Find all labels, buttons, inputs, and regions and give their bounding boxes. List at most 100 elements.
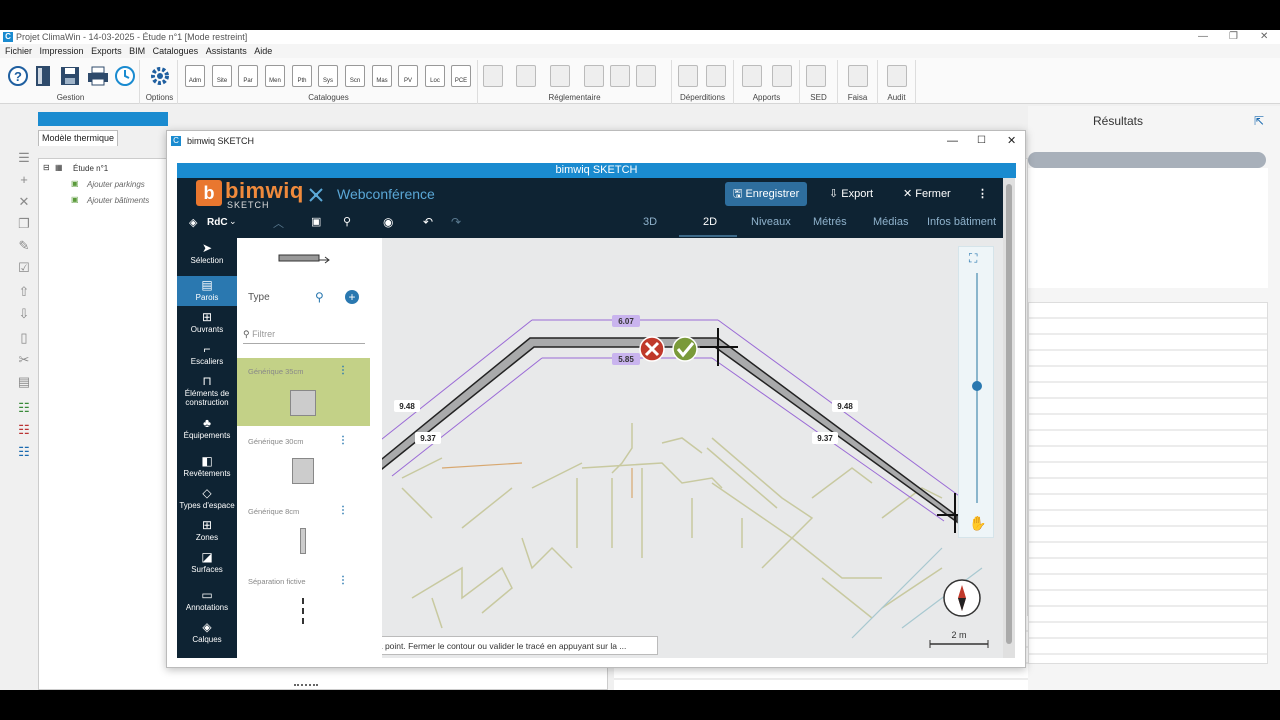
- zoom-search-icon[interactable]: ⚲: [343, 215, 351, 228]
- apports-tool-1-icon[interactable]: [742, 65, 762, 87]
- catalogue-pv-icon[interactable]: PV: [398, 65, 418, 87]
- save-disk-icon[interactable]: [60, 65, 80, 87]
- fit-view-icon[interactable]: ⛶: [969, 251, 977, 266]
- eye-icon[interactable]: ◉: [383, 215, 393, 229]
- menu-bim[interactable]: BIM: [129, 44, 145, 58]
- validate-check-icon[interactable]: [672, 336, 698, 362]
- reglementaire-tool-3-icon[interactable]: [550, 65, 570, 87]
- tool-revetements[interactable]: ◧ Revêtements: [177, 454, 237, 482]
- catalogue-site-icon[interactable]: Site: [212, 65, 232, 87]
- move-down-icon[interactable]: ⇩: [16, 306, 32, 322]
- tab-2d[interactable]: 2D: [703, 216, 717, 228]
- page-icon[interactable]: ▯: [16, 330, 32, 346]
- minimize-icon[interactable]: —: [1198, 30, 1208, 44]
- sketch-close-icon[interactable]: ✕: [1007, 131, 1016, 151]
- delete-icon[interactable]: ✕: [16, 194, 32, 210]
- menu-catalogues[interactable]: Catalogues: [153, 44, 199, 58]
- deperditions-tool-2-icon[interactable]: [706, 65, 726, 87]
- catalogue-pce-icon[interactable]: PCE: [451, 65, 471, 87]
- sed-tool-icon[interactable]: [806, 65, 826, 87]
- check-icon[interactable]: ☑: [16, 260, 32, 276]
- close-icon[interactable]: ✕: [1260, 30, 1268, 44]
- close-sketch-button[interactable]: ✕ Fermer: [895, 182, 959, 206]
- reglementaire-tool-5-icon[interactable]: [610, 65, 630, 87]
- tab-modele-thermique[interactable]: Modèle thermique: [38, 130, 118, 146]
- help-icon[interactable]: ?: [7, 65, 29, 87]
- menu-exports[interactable]: Exports: [91, 44, 122, 58]
- tool-escaliers[interactable]: ⌐ Escaliers: [177, 342, 237, 370]
- apports-tool-2-icon[interactable]: [772, 65, 792, 87]
- paste-icon[interactable]: ▤: [16, 374, 32, 390]
- wall-type-item[interactable]: Générique 35cm ⋮: [237, 358, 370, 426]
- tool-types-espace[interactable]: ◇ Types d'espace: [177, 486, 237, 514]
- catalogue-sys-icon[interactable]: Sys: [318, 65, 338, 87]
- item-menu-icon[interactable]: ⋮: [338, 575, 348, 586]
- catalogue-loc-icon[interactable]: Loc: [425, 65, 445, 87]
- tab-3d[interactable]: 3D: [643, 216, 657, 228]
- faisa-tool-icon[interactable]: [848, 65, 868, 87]
- print-icon[interactable]: [87, 65, 109, 87]
- tree-add-parkings[interactable]: Ajouter parkings: [87, 180, 145, 189]
- reglementaire-tool-6-icon[interactable]: [636, 65, 656, 87]
- level-select[interactable]: RdC: [207, 217, 228, 228]
- tool-zones[interactable]: ⊞ Zones: [177, 518, 237, 546]
- tool-parois[interactable]: ▤ Parois: [177, 276, 237, 306]
- cancel-icon[interactable]: [639, 336, 665, 362]
- pan-hand-icon[interactable]: ✋: [969, 515, 986, 532]
- catalogue-mas-icon[interactable]: Mas: [372, 65, 392, 87]
- reglementaire-tool-4-icon[interactable]: [584, 65, 604, 87]
- tool-calques[interactable]: ◈ Calques: [177, 620, 237, 650]
- webconference-label[interactable]: Webconférence: [337, 186, 435, 202]
- tool-ouvrants[interactable]: ⊞ Ouvrants: [177, 310, 237, 338]
- audit-tool-icon[interactable]: [887, 65, 907, 87]
- settings-gear-icon[interactable]: [148, 65, 172, 87]
- add-type-icon[interactable]: +: [345, 290, 359, 304]
- menu-fichier[interactable]: Fichier: [5, 44, 32, 58]
- book-icon[interactable]: [34, 65, 52, 87]
- tool-surfaces[interactable]: ◪ Surfaces: [177, 550, 237, 578]
- tab-metres[interactable]: Métrés: [813, 216, 847, 228]
- menu-aide[interactable]: Aide: [254, 44, 272, 58]
- drawing-canvas[interactable]: 6.07 5.85 9.48 9.37 9.48 9.37 2 m ⛶ ✋ po…: [382, 238, 1003, 658]
- compass-icon[interactable]: [943, 579, 981, 617]
- canvas-vertical-scrollbar[interactable]: [1003, 178, 1015, 658]
- tool-annotations[interactable]: ▭ Annotations: [177, 588, 237, 616]
- catalogue-scn-icon[interactable]: Scn: [345, 65, 365, 87]
- history-icon[interactable]: [114, 65, 136, 87]
- drawn-wall[interactable]: [382, 337, 958, 524]
- catalogue-men-icon[interactable]: Men: [265, 65, 285, 87]
- copy-icon[interactable]: ❐: [16, 216, 32, 232]
- chevron-up-icon[interactable]: ︿: [273, 215, 284, 231]
- tab-infos-batiment[interactable]: Infos bâtiment: [927, 216, 996, 228]
- search-catalog-icon[interactable]: ⚲: [315, 290, 324, 304]
- image-icon[interactable]: ▣: [311, 215, 321, 228]
- tab-medias[interactable]: Médias: [873, 216, 908, 228]
- tree-root-study[interactable]: Étude n°1: [73, 164, 108, 173]
- filter-field[interactable]: ⚲ Filtrer: [243, 328, 365, 344]
- wall-type-item[interactable]: Générique 8cm ⋮: [237, 498, 370, 566]
- item-menu-icon[interactable]: ⋮: [338, 435, 348, 446]
- catalogue-adm-icon[interactable]: Adm: [185, 65, 205, 87]
- wall-type-item[interactable]: Générique 30cm ⋮: [237, 428, 370, 496]
- cut-icon[interactable]: ✂: [16, 352, 32, 368]
- catalogue-pth-icon[interactable]: Pth: [292, 65, 312, 87]
- wall-type-item[interactable]: Séparation fictive ⋮: [237, 568, 370, 636]
- canvas-scroll-thumb[interactable]: [1006, 184, 1012, 644]
- catalogue-par-icon[interactable]: Par: [238, 65, 258, 87]
- remove-item-icon[interactable]: ☷: [16, 422, 32, 438]
- export-button[interactable]: ⇩ Export: [821, 182, 881, 206]
- resize-grip[interactable]: [294, 684, 318, 687]
- zoom-slider-thumb[interactable]: [972, 381, 982, 391]
- reglementaire-tool-1-icon[interactable]: [483, 65, 503, 87]
- menu-assistants[interactable]: Assistants: [206, 44, 247, 58]
- tree-add-buildings[interactable]: Ajouter bâtiments: [87, 196, 149, 205]
- save-button[interactable]: 🖫 Enregistrer: [725, 182, 808, 206]
- item-menu-icon[interactable]: ⋮: [338, 505, 348, 516]
- move-up-icon[interactable]: ⇧: [16, 284, 32, 300]
- restore-icon[interactable]: ❐: [1229, 30, 1238, 44]
- redo-icon[interactable]: ↷: [451, 215, 461, 229]
- add-icon[interactable]: +: [16, 172, 32, 188]
- tool-selection[interactable]: ➤ Sélection: [177, 240, 237, 270]
- menu-impression[interactable]: Impression: [40, 44, 84, 58]
- deperditions-tool-1-icon[interactable]: [678, 65, 698, 87]
